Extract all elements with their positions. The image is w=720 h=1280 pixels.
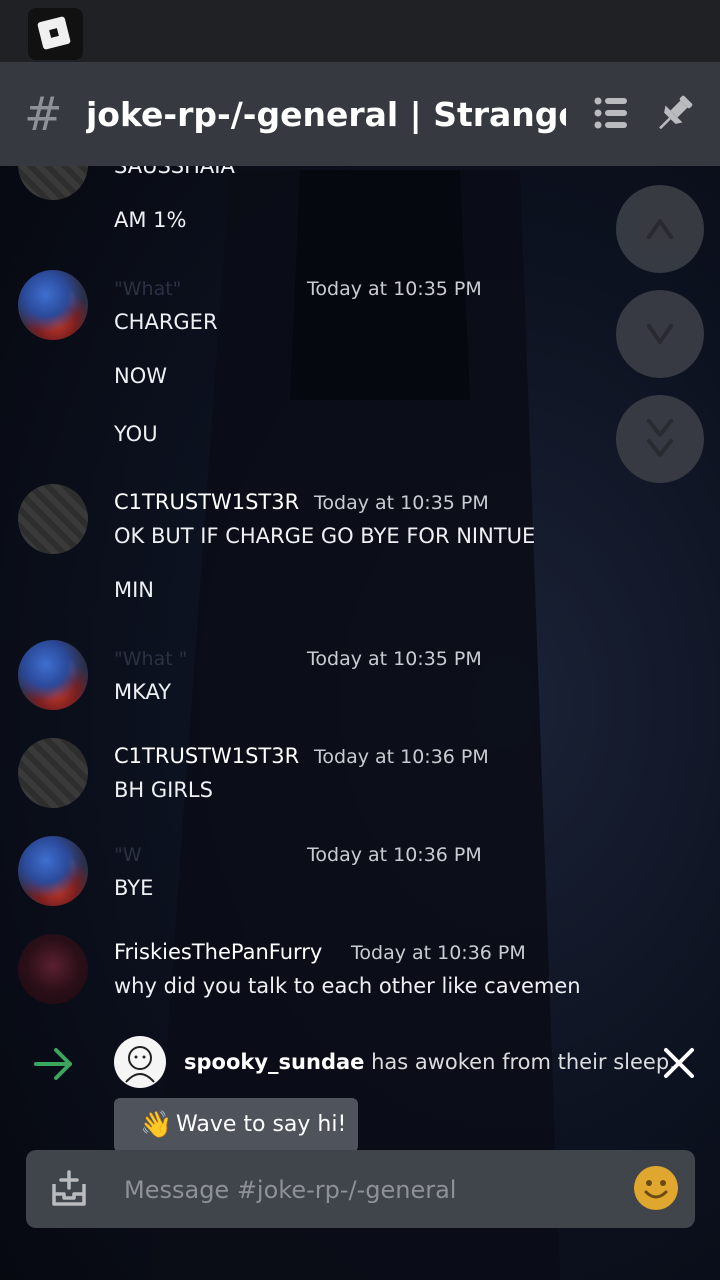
message-text: NOW [114,364,168,388]
wave-button[interactable]: 👋 Wave to say hi! [114,1098,358,1152]
message-text: CHARGER [114,310,218,334]
message-text: SAUSSHAIA [114,166,235,178]
roblox-app-icon[interactable] [28,8,83,60]
message-timestamp: Today at 10:35 PM [307,648,482,670]
message-username[interactable]: FriskiesThePanFurry [114,940,322,964]
chevron-up-icon [647,219,673,239]
message-timestamp: Today at 10:36 PM [314,746,489,768]
message-text: YOU [114,422,158,446]
scroll-up-button[interactable] [616,185,704,273]
channel-hash-icon: # [24,87,63,141]
joined-user-avatar[interactable] [114,1036,166,1088]
wave-button-label: Wave to say hi! [176,1112,347,1137]
channel-header: # joke-rp-/-general | Stranger… [0,62,720,166]
join-arrow-icon [34,1048,72,1080]
message-text: MIN [114,578,155,602]
username-hidden[interactable]: "What " [114,648,187,670]
emoji-picker-button[interactable] [634,1166,678,1210]
user-avatar[interactable] [18,270,88,340]
message-timestamp: Today at 10:36 PM [351,942,526,964]
chevron-down-icon [647,324,673,344]
list-icon[interactable] [592,94,630,132]
message-text: OK BUT IF CHARGE GO BYE FOR NINTUE [114,524,536,548]
message-username[interactable]: C1TRUSTW1ST3R [114,744,299,768]
pin-icon[interactable] [652,92,696,136]
scroll-down-button[interactable] [616,290,704,378]
message-list: SAUSSHAIA AM 1% "What" Today at 10:35 PM… [0,166,720,1146]
close-icon[interactable] [660,1044,698,1082]
username-hidden[interactable]: "W [114,844,142,866]
message-text: why did you talk to each other like cave… [114,974,581,998]
message-text: BYE [114,876,154,900]
message-text: MKAY [114,680,172,704]
jump-to-bottom-button[interactable] [616,395,704,483]
message-username[interactable]: C1TRUSTW1ST3R [114,490,299,514]
message-input[interactable] [122,1166,606,1214]
double-chevron-down-icon [647,419,673,457]
smiley-face-icon [644,1180,668,1199]
user-avatar[interactable] [18,484,88,554]
user-avatar[interactable] [18,640,88,710]
message-timestamp: Today at 10:35 PM [314,492,489,514]
attach-file-icon[interactable] [46,1166,92,1212]
message-timestamp: Today at 10:35 PM [307,278,482,300]
joined-username[interactable]: spooky_sundae [184,1050,364,1074]
user-avatar[interactable] [18,836,88,906]
message-timestamp: Today at 10:36 PM [307,844,482,866]
sketch-avatar-image [125,1046,155,1083]
join-message-text: has awoken from their sleep. [364,1050,676,1074]
channel-title[interactable]: joke-rp-/-general | Stranger… [86,92,566,138]
user-avatar[interactable] [18,934,88,1004]
message-text: BH GIRLS [114,778,213,802]
waving-hand-icon: 👋 [140,1110,173,1140]
join-message: spooky_sundae has awoken from their slee… [184,1050,676,1074]
message-text: AM 1% [114,208,187,232]
username-hidden[interactable]: "What" [114,278,181,300]
status-bar [0,0,720,62]
user-avatar[interactable] [18,738,88,808]
message-composer [26,1150,695,1228]
user-avatar[interactable] [18,166,88,200]
